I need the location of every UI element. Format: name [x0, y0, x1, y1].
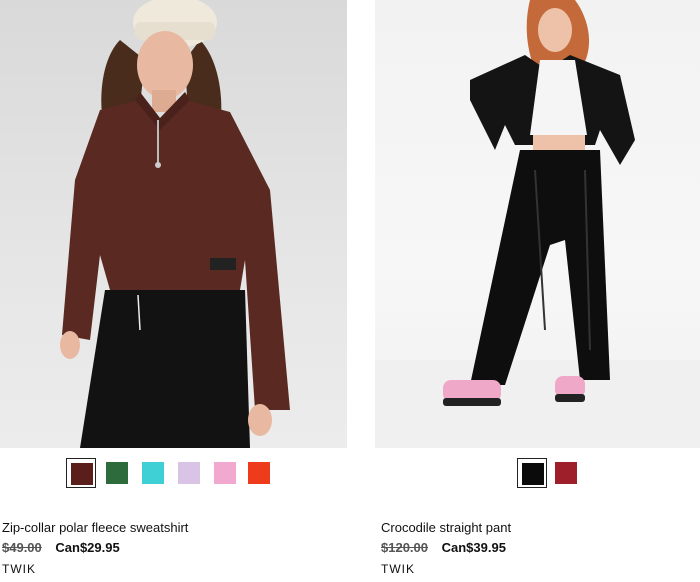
swatch-chip [555, 462, 577, 484]
product-card[interactable]: Zip-collar polar fleece sweatshirt $49.0… [0, 0, 347, 576]
swatch-turquoise[interactable] [138, 458, 168, 488]
sale-price: Can$29.95 [55, 540, 120, 555]
sale-price: Can$39.95 [441, 540, 506, 555]
swatch-chip [71, 463, 93, 485]
brand-label: TWIK [2, 562, 36, 576]
swatch-pink[interactable] [210, 458, 240, 488]
swatch-chip [248, 462, 270, 484]
product-name[interactable]: Crocodile straight pant [381, 520, 511, 535]
swatch-red[interactable] [244, 458, 274, 488]
color-swatches [375, 458, 700, 488]
swatch-chip [106, 462, 128, 484]
swatch-chip [142, 462, 164, 484]
swatch-black[interactable] [517, 458, 547, 488]
swatch-burgundy[interactable] [551, 458, 581, 488]
swatch-chip [214, 462, 236, 484]
original-price: $120.00 [381, 540, 428, 555]
product-image[interactable] [0, 0, 347, 448]
model-photo-sweatshirt [60, 0, 290, 448]
price-row: $120.00 Can$39.95 [381, 540, 506, 555]
color-swatches [0, 458, 347, 488]
price-row: $49.00 Can$29.95 [2, 540, 120, 555]
swatch-lilac[interactable] [174, 458, 204, 488]
original-price: $49.00 [2, 540, 42, 555]
product-name[interactable]: Zip-collar polar fleece sweatshirt [2, 520, 188, 535]
swatch-chip [178, 462, 200, 484]
swatch-chip [522, 463, 544, 485]
product-card[interactable]: Crocodile straight pant $120.00 Can$39.9… [375, 0, 700, 576]
product-image[interactable] [375, 0, 700, 448]
model-photo-pants [375, 0, 700, 448]
brand-label: TWIK [381, 562, 415, 576]
swatch-green[interactable] [102, 458, 132, 488]
swatch-brown[interactable] [66, 458, 96, 488]
